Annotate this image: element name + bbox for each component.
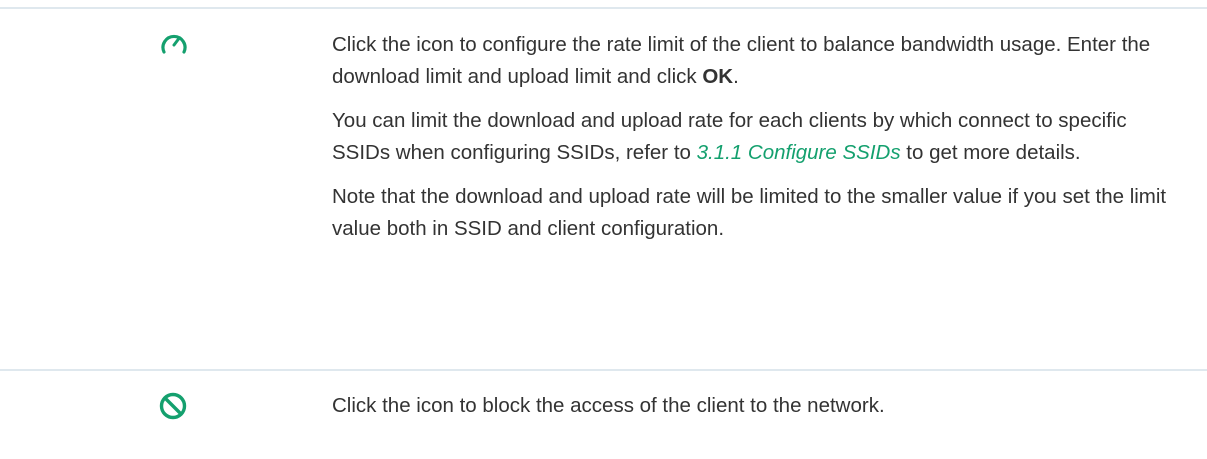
table-row-divider (0, 369, 1207, 371)
ok-keyword: OK (702, 65, 734, 88)
configure-ssids-link[interactable]: 3.1.1 Configure SSIDs (697, 141, 901, 164)
rate-limit-p1-tail: . (733, 65, 739, 88)
rate-limit-p1-text: Click the icon to configure the rate lim… (332, 33, 1151, 88)
block-description: Click the icon to block the access of th… (332, 390, 1182, 422)
block-paragraph-1: Click the icon to block the access of th… (332, 394, 885, 417)
block-icon[interactable] (158, 391, 188, 421)
rate-limit-paragraph-1: Click the icon to configure the rate lim… (332, 29, 1182, 93)
rate-limit-gauge-icon[interactable] (160, 30, 188, 58)
rate-limit-paragraph-2: You can limit the download and upload ra… (332, 105, 1182, 169)
rate-limit-description: Click the icon to configure the rate lim… (332, 29, 1182, 245)
rate-limit-p2-tail: to get more details. (900, 141, 1081, 164)
rate-limit-paragraph-3: Note that the download and upload rate w… (332, 185, 1167, 240)
table-top-divider (0, 7, 1207, 9)
